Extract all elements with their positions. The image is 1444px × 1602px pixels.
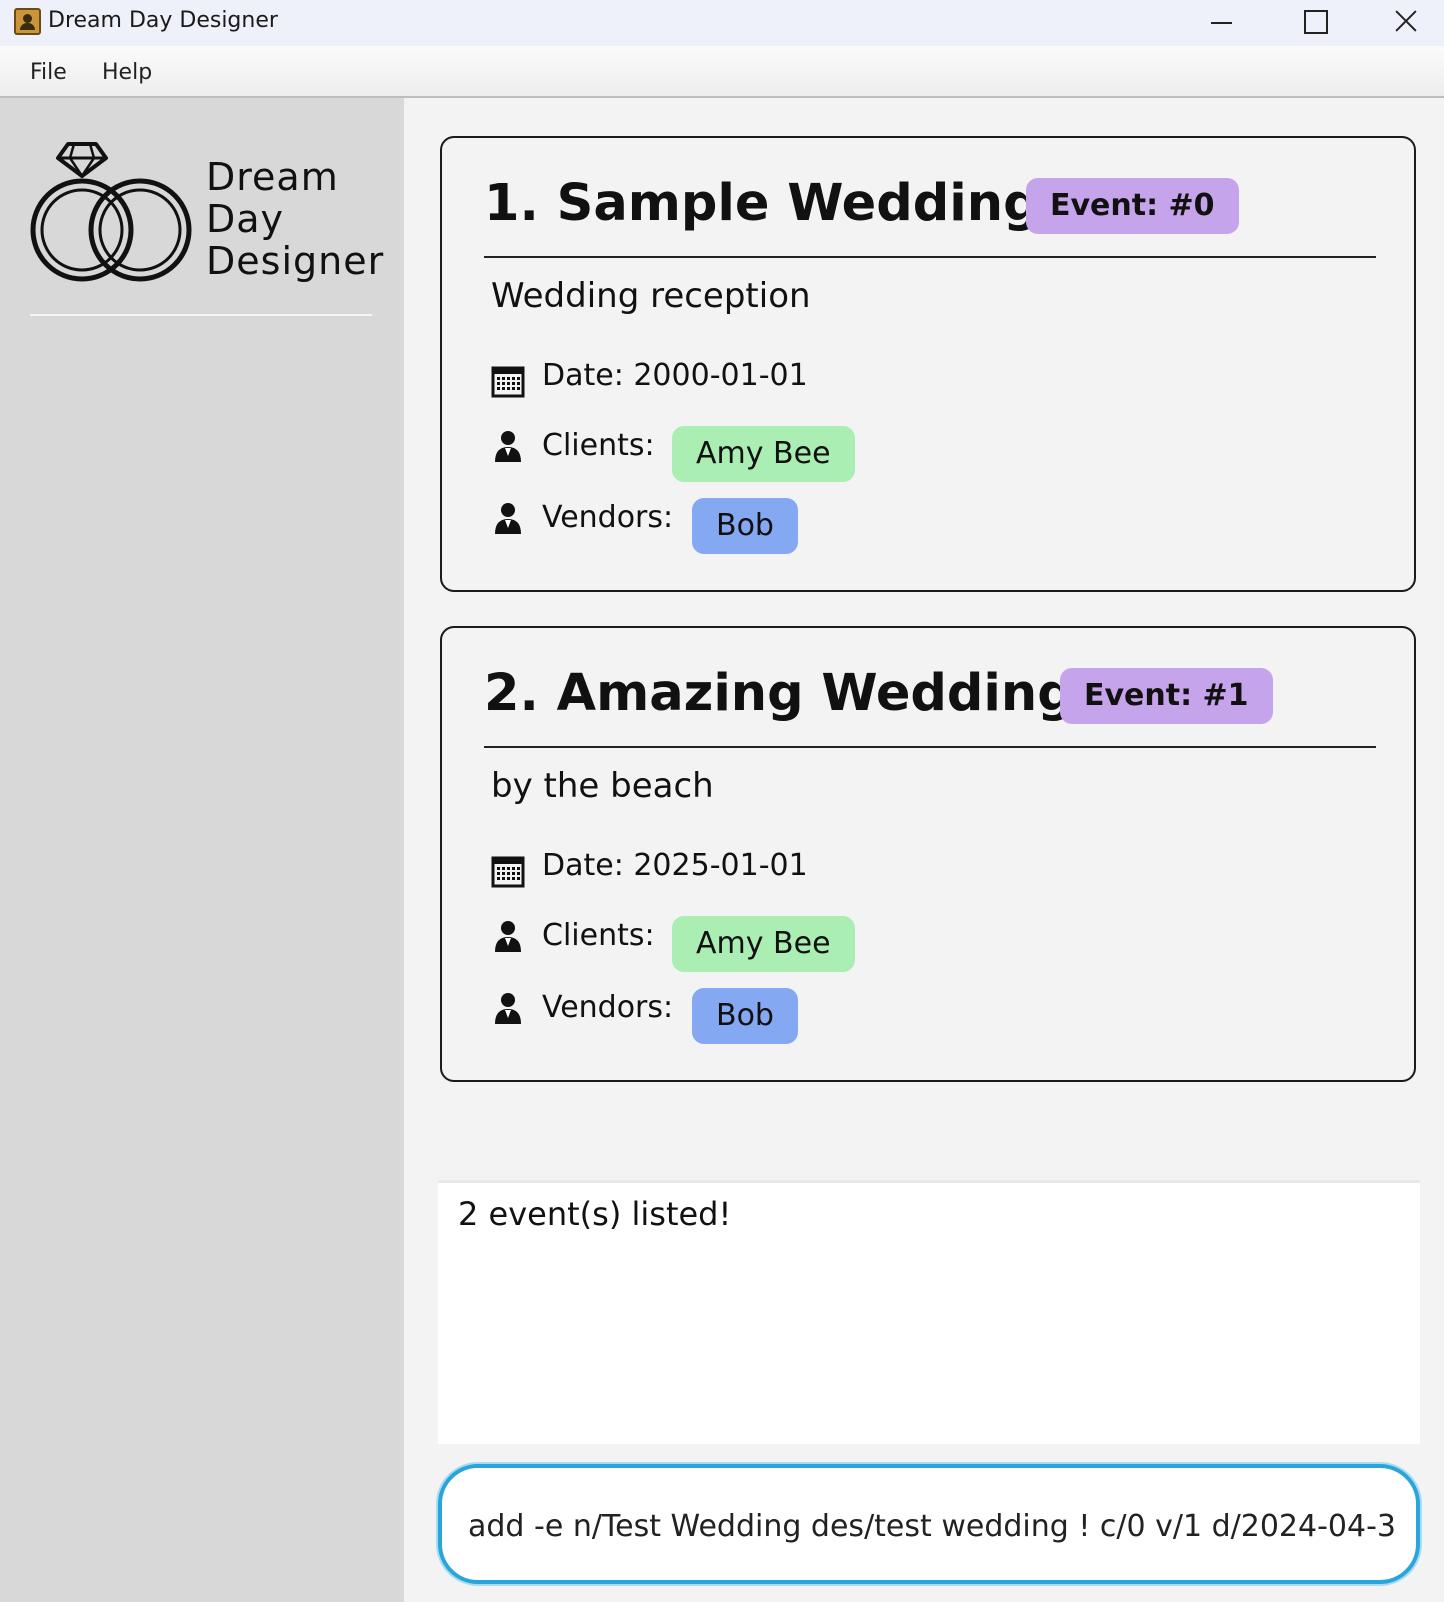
event-title: 2. Amazing Wedding (484, 664, 1074, 723)
logo-line-designer: Designer (206, 239, 385, 283)
result-display: 2 event(s) listed! (438, 1180, 1420, 1444)
event-title: 1. Sample Wedding (484, 174, 1040, 233)
calendar-icon (491, 366, 525, 398)
client-chip: Amy Bee (672, 426, 855, 482)
event-description: by the beach (491, 766, 714, 806)
person-icon (495, 503, 521, 534)
maximize-button[interactable] (1290, 0, 1340, 46)
client-chip: Amy Bee (672, 916, 855, 972)
vendor-chip: Bob (692, 988, 798, 1044)
menu-bar: File Help (0, 46, 1444, 98)
close-button[interactable] (1381, 0, 1431, 46)
logo-line-dream: Dream (206, 155, 339, 199)
result-message: 2 event(s) listed! (458, 1195, 732, 1233)
event-description: Wedding reception (491, 276, 811, 316)
clients-label: Clients: (542, 428, 655, 463)
person-icon (495, 993, 521, 1024)
command-box[interactable] (438, 1464, 1420, 1584)
title-bar: Dream Day Designer (0, 0, 1444, 46)
event-card[interactable]: 1. Sample Wedding Event: #0 Wedding rece… (440, 136, 1416, 592)
minimize-button[interactable] (1196, 0, 1246, 46)
vendor-chip: Bob (692, 498, 798, 554)
sidebar-divider (30, 314, 372, 316)
window-title: Dream Day Designer (48, 8, 278, 33)
person-icon (495, 431, 521, 462)
vendors-label: Vendors: (542, 990, 674, 1025)
clients-label: Clients: (542, 918, 655, 953)
calendar-icon (491, 856, 525, 888)
card-divider (484, 746, 1376, 748)
vendors-label: Vendors: (542, 500, 674, 535)
event-index-badge: Event: #1 (1060, 668, 1273, 724)
sidebar: Dream Day Designer (0, 98, 404, 1602)
event-date: Date: 2000-01-01 (542, 358, 808, 393)
person-icon (495, 921, 521, 952)
app-icon (14, 8, 41, 35)
event-index-badge: Event: #0 (1026, 178, 1239, 234)
logo-line-day: Day (206, 197, 285, 241)
event-date: Date: 2025-01-01 (542, 848, 808, 883)
card-divider (484, 256, 1376, 258)
rings-logo-icon (30, 142, 192, 282)
menu-help[interactable]: Help (102, 60, 152, 85)
menu-file[interactable]: File (30, 60, 67, 85)
command-input[interactable] (468, 1498, 1398, 1554)
logo-text: Dream Day Designer (206, 156, 384, 282)
event-card[interactable]: 2. Amazing Wedding Event: #1 by the beac… (440, 626, 1416, 1082)
